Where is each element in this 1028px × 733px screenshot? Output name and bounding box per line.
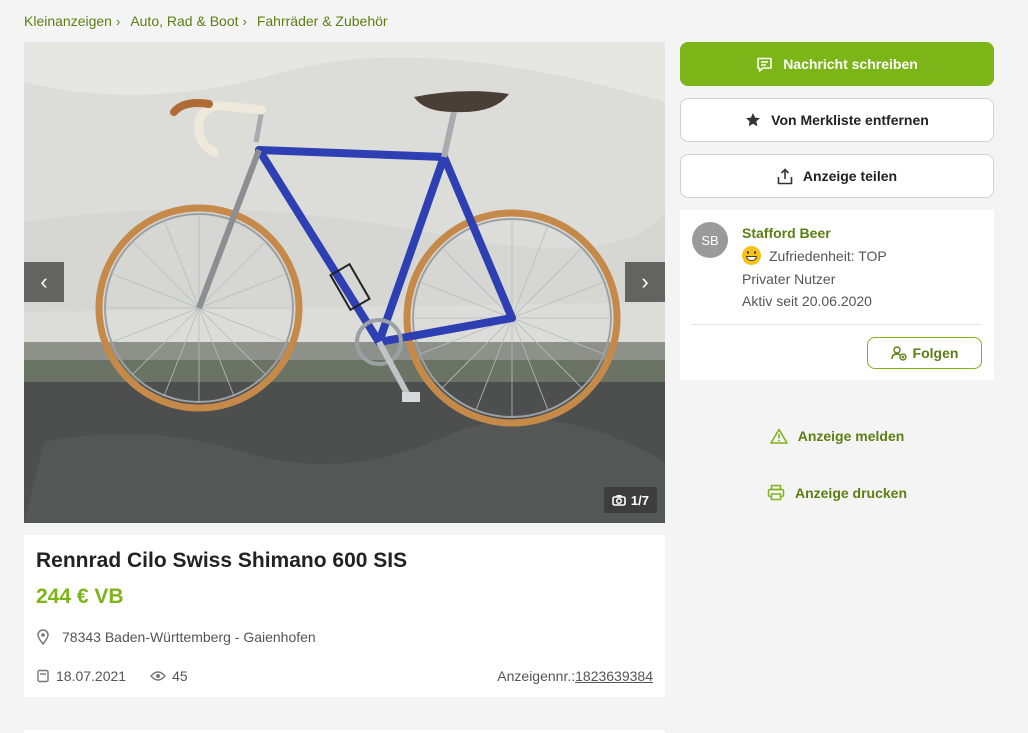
follow-button[interactable]: Folgen: [867, 337, 982, 369]
star-icon: [746, 113, 761, 127]
chevron-right-icon: ›: [641, 269, 649, 294]
remove-from-watchlist-button[interactable]: Von Merkliste entfernen: [680, 98, 994, 142]
breadcrumb-label[interactable]: Kleinanzeigen: [24, 13, 112, 29]
gallery-prev-button[interactable]: ‹: [24, 262, 64, 302]
location-text: 78343 Baden-Württemberg - Gaienhofen: [62, 629, 316, 645]
seller-active-since: Aktiv seit 20.06.2020: [742, 293, 872, 309]
smiley-icon: [742, 246, 761, 265]
print-label: Anzeige drucken: [794, 484, 908, 501]
eye-icon: [150, 671, 167, 681]
follow-user-icon: [890, 346, 907, 361]
calendar-icon: [37, 669, 49, 683]
avatar[interactable]: SB: [692, 222, 728, 258]
report-listing-link[interactable]: Anzeige melden: [680, 428, 994, 444]
listing-location: 78343 Baden-Württemberg - Gaienhofen: [36, 629, 316, 645]
ad-number: Anzeigennr.:1823639384: [497, 668, 653, 684]
breadcrumb-item[interactable]: Fahrräder & Zubehör: [257, 13, 388, 29]
seller-rating: Zufriedenheit: TOP: [742, 246, 887, 265]
ad-number-link[interactable]: 1823639384: [575, 668, 653, 684]
report-label: Anzeige melden: [797, 428, 905, 444]
image-gallery[interactable]: ‹ › 1/7: [24, 42, 665, 523]
listing-views: 45: [150, 668, 188, 684]
seller-type: Privater Nutzer: [742, 271, 836, 287]
listing-details: Rennrad Cilo Swiss Shimano 600 SIS 244 €…: [24, 535, 665, 697]
follow-label: Folgen: [912, 345, 959, 361]
chevron-left-icon: ‹: [40, 269, 48, 294]
breadcrumb-label[interactable]: Auto, Rad & Boot: [130, 13, 238, 29]
write-message-label: Nachricht schreiben: [783, 56, 918, 72]
watchlist-label: Von Merkliste entfernen: [771, 112, 929, 128]
chevron-right-icon: ›: [115, 13, 121, 29]
share-label: Anzeige teilen: [802, 168, 898, 184]
listing-meta: 18.07.2021 45: [36, 668, 188, 684]
share-listing-button[interactable]: Anzeige teilen: [680, 154, 994, 198]
listing-price: 244 € VB: [36, 585, 124, 608]
write-message-button[interactable]: Nachricht schreiben: [680, 42, 994, 86]
seller-name[interactable]: Stafford Beer: [742, 225, 831, 241]
warning-icon: [769, 428, 788, 444]
seller-rating-text: Zufriedenheit: TOP: [769, 247, 887, 264]
views-count: 45: [172, 668, 188, 684]
listing-date: 18.07.2021: [56, 668, 127, 684]
breadcrumb-label[interactable]: Fahrräder & Zubehör: [257, 13, 388, 29]
share-icon: [777, 167, 793, 184]
print-icon: [767, 484, 785, 501]
image-counter: 1/7: [603, 487, 657, 513]
listing-photo: [24, 42, 665, 523]
gallery-next-button[interactable]: ›: [625, 262, 665, 302]
breadcrumb-item[interactable]: Kleinanzeigen ›: [24, 13, 120, 29]
breadcrumb-item[interactable]: Auto, Rad & Boot ›: [130, 13, 247, 29]
pin-icon: [37, 629, 49, 645]
print-listing-link[interactable]: Anzeige drucken: [680, 484, 994, 501]
divider: [692, 324, 982, 325]
image-counter-label: 1/7: [630, 492, 649, 508]
message-icon: [757, 57, 772, 72]
ad-number-label: Anzeigennr.:: [497, 668, 576, 684]
camera-icon: [612, 495, 626, 506]
seller-card: SB Stafford Beer Zufriedenheit: TOP Priv…: [680, 210, 994, 380]
chevron-right-icon: ›: [242, 13, 247, 29]
breadcrumb: Kleinanzeigen › Auto, Rad & Boot › Fahrr…: [24, 13, 388, 29]
listing-title: Rennrad Cilo Swiss Shimano 600 SIS: [36, 549, 408, 572]
